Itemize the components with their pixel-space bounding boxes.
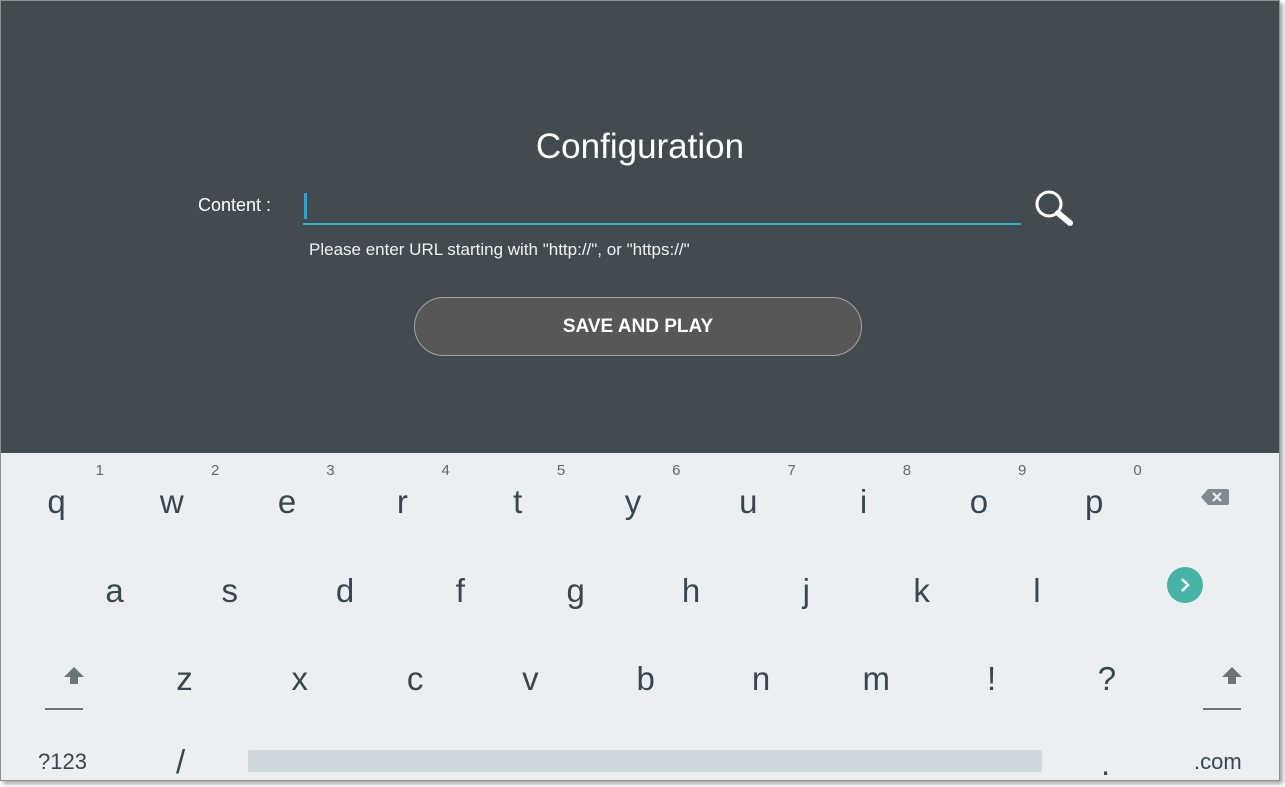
app-window: Configuration Content : Please enter URL… [0,0,1280,781]
key-char: d [335,572,355,609]
key-char: g [566,572,585,609]
key[interactable]: b [588,633,703,713]
content-label: Content : [198,195,272,215]
key[interactable]: d [288,545,403,625]
key[interactable]: y6 [576,456,691,536]
key[interactable]: ! [934,633,1049,713]
key[interactable]: q1 [1,456,114,536]
key[interactable]: l [979,545,1094,625]
key[interactable]: s [172,545,287,625]
shift-underline [45,708,83,710]
shift-key-right[interactable] [1202,656,1262,716]
key-hint-number: 3 [326,462,335,479]
key-char: n [751,660,771,697]
key[interactable]: a [57,545,172,625]
key-char: o [969,483,989,520]
text-caret [304,193,307,219]
enter-key[interactable] [1167,567,1203,603]
search-icon[interactable] [1033,188,1077,228]
key-hint-number: 8 [902,462,912,479]
key-char: e [277,483,297,520]
backspace-icon[interactable] [1200,487,1230,507]
key-char: k [913,572,930,609]
key-char: ! [987,660,997,697]
key[interactable]: t5 [460,456,575,536]
key-char: y [624,483,642,520]
key[interactable]: h [634,545,749,625]
key[interactable]: n [704,633,819,713]
key-char: m [862,660,891,697]
key-char: x [291,660,309,697]
spacebar[interactable] [248,750,1042,772]
key[interactable]: x [242,633,357,713]
key-hint-number: 1 [95,462,104,479]
key-char: f [455,572,465,609]
key[interactable]: i8 [806,456,921,536]
slash-key[interactable]: / [176,743,185,780]
key-char: z [176,660,193,697]
key[interactable]: z [127,633,242,713]
key-char: a [105,572,124,609]
key-char: r [396,483,408,520]
key-char: l [1033,572,1041,609]
key-char: b [636,660,655,697]
key[interactable]: r4 [345,456,460,536]
key[interactable]: o9 [921,456,1036,536]
symbols-key[interactable]: ?123 [38,749,87,775]
key[interactable]: j [749,545,864,625]
key[interactable]: v [473,633,588,713]
shift-key-left[interactable] [44,656,104,716]
key[interactable]: k [864,545,979,625]
key-hint-number: 7 [787,462,796,479]
key[interactable]: w2 [114,456,229,536]
page-title: Configuration [535,127,745,166]
key-hint-number: 0 [1133,462,1142,479]
save-and-play-button[interactable]: SAVE AND PLAY [414,297,862,356]
key-char: i [859,483,868,520]
key-char: t [513,483,523,520]
key[interactable]: e3 [230,456,345,536]
key-char: v [522,660,539,697]
shift-arrow-icon [64,667,84,684]
shift-arrow-icon [1222,667,1242,684]
key[interactable]: c [358,633,473,713]
dotcom-key[interactable]: .com [1194,749,1242,775]
key-char: ? [1097,660,1117,697]
key[interactable]: ? [1049,633,1164,713]
key-char: j [802,572,810,609]
key-char: q [47,483,66,520]
key-char: p [1085,483,1104,520]
chevron-right-icon [1181,578,1190,592]
key-char: u [739,483,758,520]
key-char: h [681,572,701,609]
key-char: c [406,660,424,697]
key[interactable]: u7 [691,456,806,536]
key-hint-number: 4 [441,462,450,479]
period-key[interactable]: . [1101,745,1110,780]
content-url-input[interactable] [303,187,1021,225]
key[interactable]: m [819,633,934,713]
key-char: w [159,483,184,520]
key[interactable]: p0 [1037,456,1152,536]
configuration-panel: Configuration Content : Please enter URL… [1,1,1279,453]
key-hint-number: 2 [210,462,220,479]
url-hint-text: Please enter URL starting with "http://"… [309,240,690,259]
key-hint-number: 5 [556,462,566,479]
key-char: s [221,572,239,609]
key-hint-number: 6 [672,462,681,479]
key-hint-number: 9 [1018,462,1027,479]
shift-underline [1203,708,1241,710]
key[interactable]: f [403,545,518,625]
key[interactable]: g [518,545,633,625]
